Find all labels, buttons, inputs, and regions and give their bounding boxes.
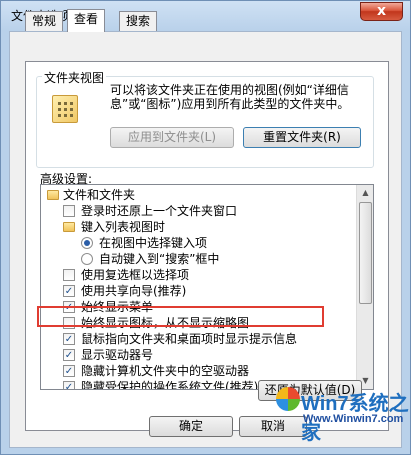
tab-general-label: 常规 [32, 14, 57, 28]
tab-view-label: 查看 [74, 12, 99, 26]
list-item-label: 隐藏计算机文件夹中的空驱动器 [81, 364, 250, 378]
checkbox[interactable]: ✓ [63, 381, 75, 389]
watermark-url: Www.Winwin7.com [303, 413, 404, 425]
ok-button[interactable]: 确定 [149, 416, 233, 437]
windows-logo-icon [276, 387, 300, 411]
close-icon: x [376, 3, 387, 19]
checkbox[interactable]: ✓ [63, 365, 75, 377]
checkbox[interactable]: ✓ [63, 285, 75, 297]
close-button[interactable]: x [360, 2, 403, 21]
list-item-label: 始终显示菜单 [81, 300, 154, 314]
list-item-label: 使用共享向导(推荐) [81, 284, 187, 298]
ok-label: 确定 [178, 419, 203, 433]
list-item-label: 文件和文件夹 [63, 188, 136, 202]
tab-search-label: 搜索 [126, 14, 151, 28]
scroll-up-icon[interactable]: ▲ [358, 185, 373, 201]
list-item-label: 始终显示图标，从不显示缩略图 [81, 316, 250, 330]
folder-views-group: 文件夹视图 可以将该文件夹正在使用的视图(例如“详细信息”或“图标”)应用到所有… [36, 69, 374, 168]
apply-to-folders-label: 应用到文件夹(L) [127, 130, 217, 144]
folder-views-label: 文件夹视图 [42, 69, 107, 86]
checkbox[interactable] [63, 317, 75, 329]
checkbox[interactable]: ✓ [63, 349, 75, 361]
folder-views-icon [52, 95, 78, 123]
list-item-label: 显示驱动器号 [81, 348, 154, 362]
scroll-thumb[interactable] [359, 202, 372, 304]
reset-folders-button[interactable]: 重置文件夹(R) [243, 127, 361, 148]
view-tab-panel: 文件夹视图 可以将该文件夹正在使用的视图(例如“详细信息”或“图标”)应用到所有… [25, 61, 389, 431]
list-item-label: 使用复选框以选择项 [81, 268, 190, 282]
tab-general[interactable]: 常规 [25, 11, 64, 31]
folder-icon [63, 222, 75, 232]
folder-icon [47, 190, 59, 200]
cancel-button[interactable]: 取消 [239, 416, 307, 437]
advanced-settings-list: 文件和文件夹 登录时还原上一个文件夹窗口 键入列表视图时 在视图中选择键入项 自… [40, 184, 374, 390]
apply-to-folders-button[interactable]: 应用到文件夹(L) [110, 127, 234, 148]
checkbox[interactable]: ✓ [63, 333, 75, 345]
cancel-label: 取消 [260, 419, 285, 433]
checkbox[interactable] [63, 205, 75, 217]
list-item-label: 键入列表视图时 [81, 220, 166, 234]
vertical-scrollbar[interactable]: ▲ ▼ [356, 185, 373, 389]
reset-folders-label: 重置文件夹(R) [263, 130, 341, 144]
radio-button[interactable] [81, 253, 93, 265]
radio-button[interactable] [81, 237, 93, 249]
list-item-label: 鼠标指向文件夹和桌面项时显示提示信息 [81, 332, 298, 346]
tab-view[interactable]: 查看 [67, 9, 106, 32]
checkbox[interactable]: ✓ [63, 301, 75, 313]
list-item-label: 隐藏受保护的操作系统文件(推荐) [81, 380, 259, 390]
folder-options-dialog: 文件夹选项 x 常规 查看 搜索 文件夹视图 可以将该文件夹正在使用的视图(例如… [0, 0, 411, 455]
list-item-label: 登录时还原上一个文件夹窗口 [81, 204, 238, 218]
checkbox[interactable] [63, 269, 75, 281]
list-item-label: 自动键入到“搜索”框中 [99, 252, 220, 266]
tab-search[interactable]: 搜索 [119, 11, 158, 31]
list-item-label: 在视图中选择键入项 [99, 236, 208, 250]
folder-views-description: 可以将该文件夹正在使用的视图(例如“详细信息”或“图标”)应用到所有此类型的文件… [110, 83, 350, 111]
